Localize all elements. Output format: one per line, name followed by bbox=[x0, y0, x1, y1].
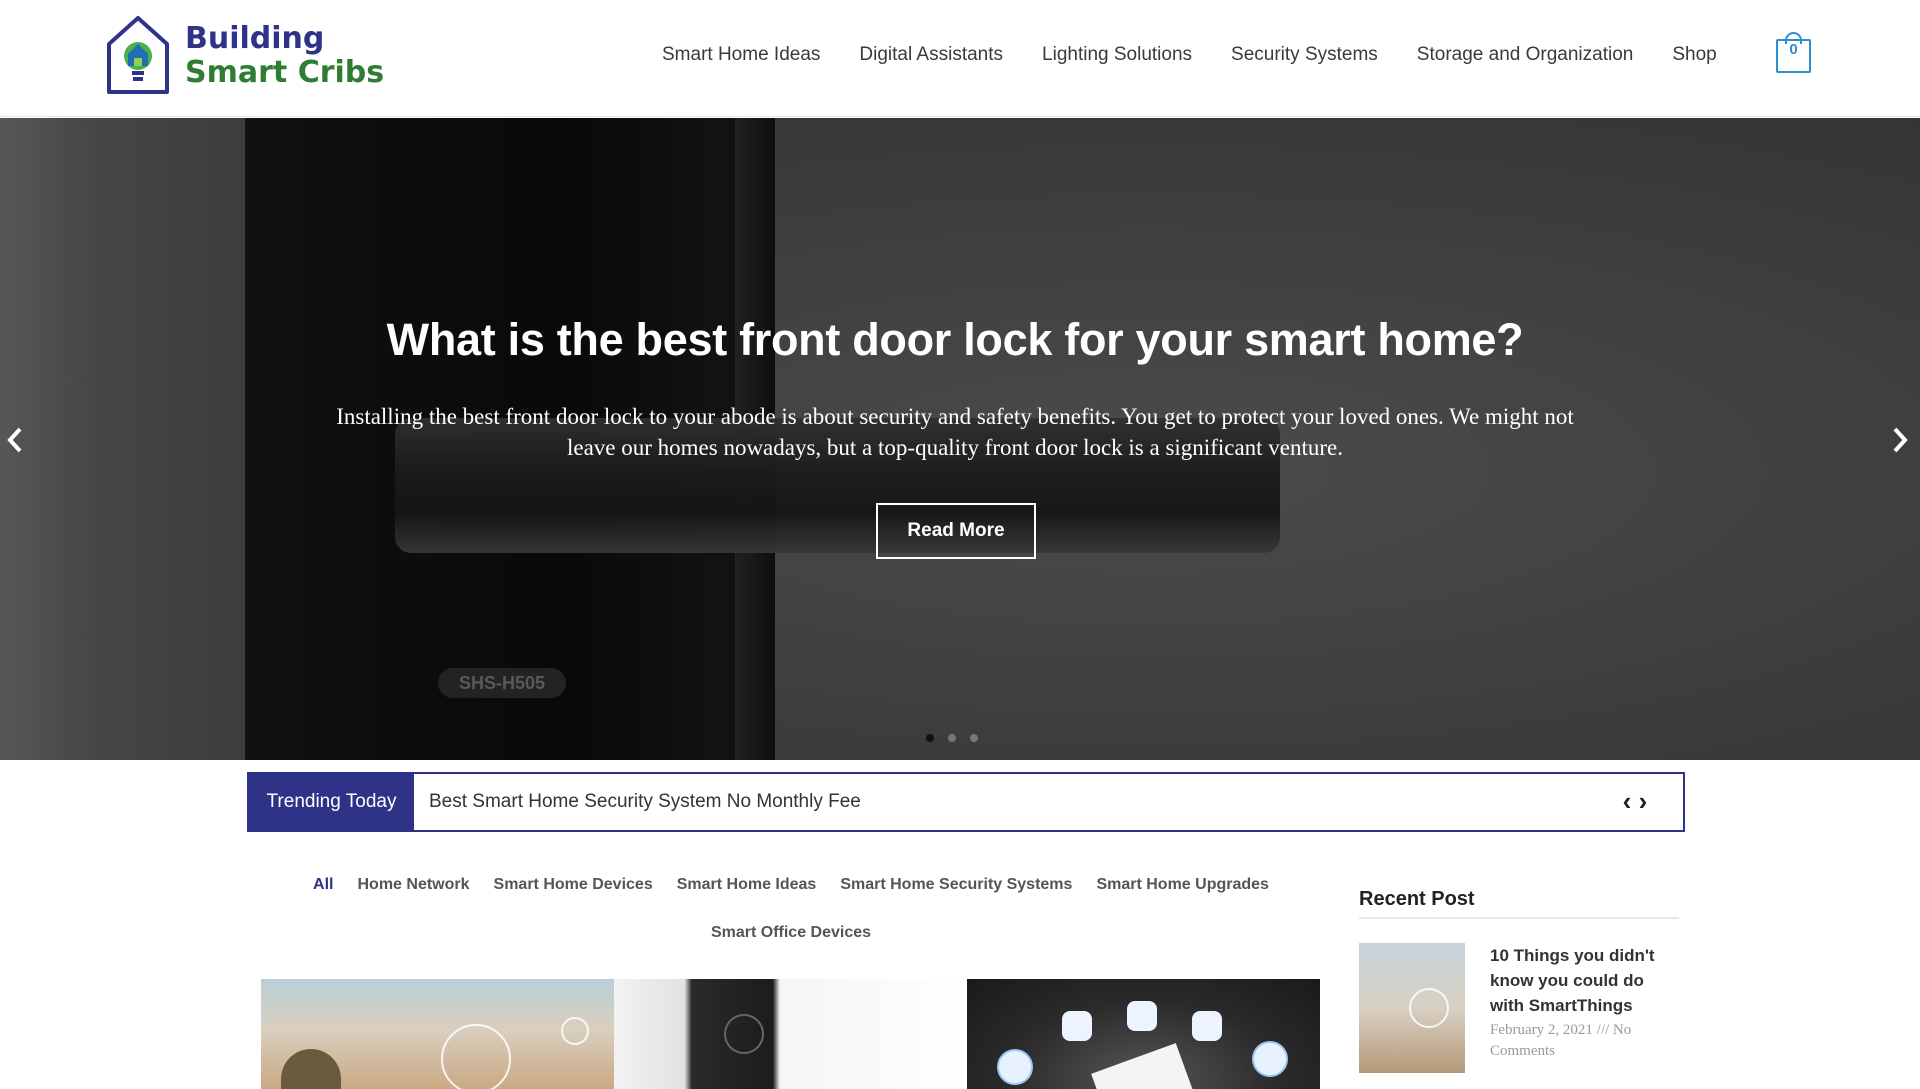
recent-posts-sidebar: Recent Post 10 Things you didn't know yo… bbox=[1359, 888, 1679, 1073]
nav-item-security-systems[interactable]: Security Systems bbox=[1231, 44, 1378, 66]
slider-dot-3[interactable] bbox=[970, 734, 978, 742]
nav-item-smart-home-ideas[interactable]: Smart Home Ideas bbox=[662, 44, 820, 66]
logo-house-bulb-icon bbox=[107, 16, 169, 94]
heater-icon bbox=[1192, 1011, 1222, 1041]
trending-label: Trending Today bbox=[249, 774, 414, 830]
post-grid bbox=[261, 979, 1320, 1089]
hero-description: Installing the best front door lock to y… bbox=[336, 404, 1574, 460]
shopping-bag-icon[interactable]: 0 bbox=[1776, 32, 1811, 74]
trending-ticker: Trending Today Best Smart Home Security … bbox=[247, 772, 1685, 832]
smart-device-icon bbox=[561, 1017, 589, 1045]
filter-row: All Home Network Smart Home Devices Smar… bbox=[258, 876, 1324, 894]
slider-dots bbox=[926, 734, 992, 742]
site-logo[interactable]: Building Smart Cribs bbox=[103, 13, 384, 99]
hero-title: What is the best front door lock for you… bbox=[386, 314, 1524, 365]
hero-slider: SHS-H505 What is the best front door loc… bbox=[0, 118, 1920, 760]
filter-smart-home-security-systems[interactable]: Smart Home Security Systems bbox=[840, 876, 1072, 894]
recent-post-item: 10 Things you didn't know you could do w… bbox=[1359, 943, 1679, 1073]
smart-speaker-icon bbox=[1062, 1011, 1092, 1041]
slider-dot-1[interactable] bbox=[926, 734, 934, 742]
smart-home-circle-icon bbox=[1409, 988, 1449, 1028]
smart-lock-icon bbox=[724, 1014, 764, 1054]
trending-nav: ‹ › bbox=[1619, 787, 1651, 815]
cart-count: 0 bbox=[1789, 41, 1798, 58]
nav-item-lighting-solutions[interactable]: Lighting Solutions bbox=[1042, 44, 1192, 66]
logo-text: Building Smart Cribs bbox=[185, 22, 384, 90]
nav-item-shop[interactable]: Shop bbox=[1672, 44, 1716, 66]
main-navigation: Smart Home Ideas Digital Assistants Ligh… bbox=[662, 0, 1717, 110]
lightbulb-icon bbox=[997, 1049, 1033, 1085]
read-more-button[interactable]: Read More bbox=[876, 503, 1036, 559]
recent-post-body: 10 Things you didn't know you could do w… bbox=[1490, 943, 1679, 1073]
filter-home-network[interactable]: Home Network bbox=[358, 876, 470, 894]
chevron-left-icon[interactable]: ‹ bbox=[1619, 787, 1635, 815]
plant-icon bbox=[281, 1049, 341, 1089]
smart-home-circle-icon bbox=[441, 1024, 511, 1089]
post-card-image[interactable] bbox=[967, 979, 1320, 1089]
chevron-left-icon[interactable] bbox=[0, 423, 30, 463]
filter-smart-home-devices[interactable]: Smart Home Devices bbox=[494, 876, 653, 894]
post-card-image[interactable] bbox=[614, 979, 967, 1089]
nav-item-digital-assistants[interactable]: Digital Assistants bbox=[859, 44, 1003, 66]
filter-row: Smart Office Devices bbox=[258, 924, 1324, 942]
chevron-right-icon[interactable]: › bbox=[1635, 787, 1651, 815]
recent-post-link[interactable]: 10 Things you didn't know you could do w… bbox=[1490, 943, 1679, 1018]
filter-smart-office-devices[interactable]: Smart Office Devices bbox=[711, 924, 871, 942]
recent-post-thumbnail[interactable] bbox=[1359, 943, 1465, 1073]
logo-line-smart-cribs: Smart Cribs bbox=[185, 55, 385, 90]
recent-post-meta: February 2, 2021 /// No Comments bbox=[1490, 1022, 1632, 1059]
category-filter: All Home Network Smart Home Devices Smar… bbox=[258, 876, 1324, 942]
filter-all[interactable]: All bbox=[313, 876, 333, 894]
filter-smart-home-upgrades[interactable]: Smart Home Upgrades bbox=[1096, 876, 1269, 894]
post-card-image[interactable] bbox=[261, 979, 614, 1089]
filter-smart-home-ideas[interactable]: Smart Home Ideas bbox=[677, 876, 817, 894]
site-header: Building Smart Cribs Smart Home Ideas Di… bbox=[0, 0, 1920, 117]
recent-post-title: Recent Post bbox=[1359, 888, 1679, 919]
nav-item-storage-and-organization[interactable]: Storage and Organization bbox=[1417, 44, 1634, 66]
key-icon bbox=[1252, 1041, 1288, 1077]
house-icon bbox=[1091, 1043, 1193, 1089]
slider-dot-2[interactable] bbox=[948, 734, 956, 742]
smart-fridge-icon bbox=[1127, 1001, 1157, 1031]
chevron-right-icon[interactable] bbox=[1885, 423, 1915, 463]
trending-headline[interactable]: Best Smart Home Security System No Month… bbox=[429, 774, 861, 830]
logo-line-building: Building bbox=[185, 21, 325, 56]
